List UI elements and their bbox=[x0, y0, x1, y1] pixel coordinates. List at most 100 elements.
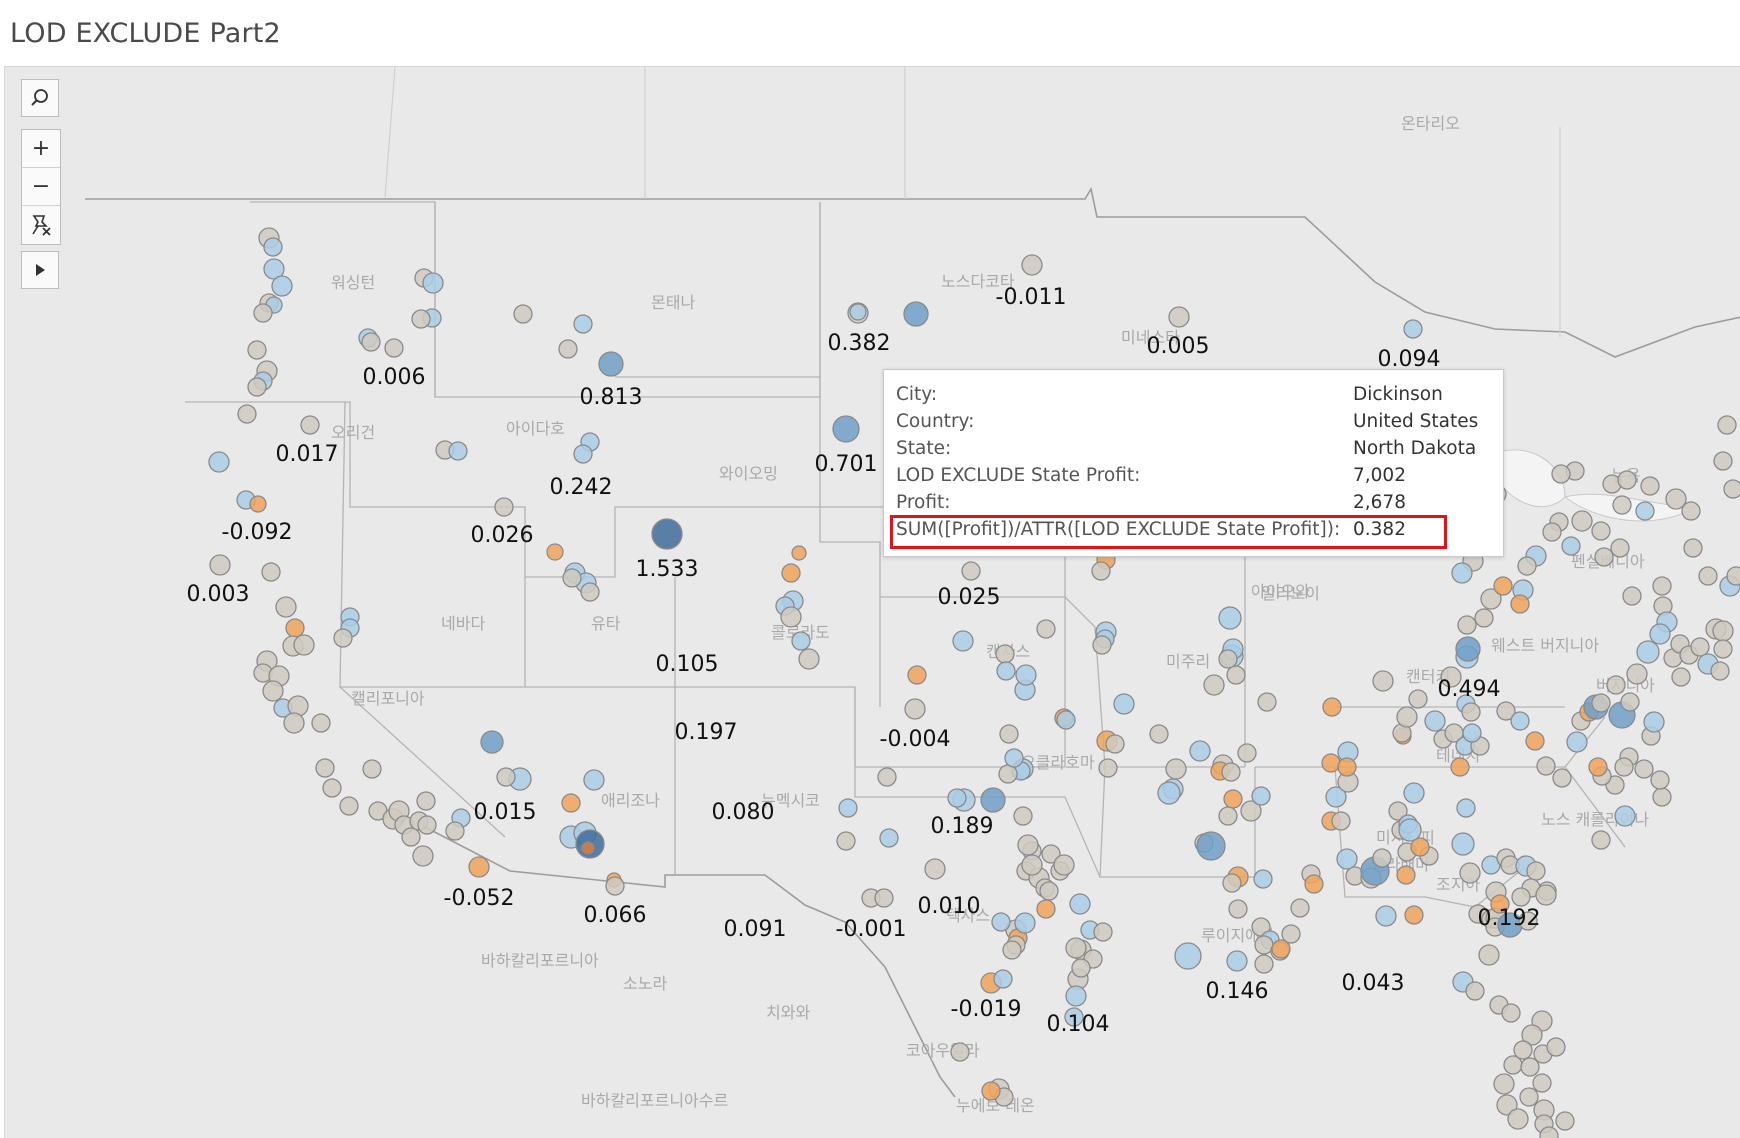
city-marker[interactable] bbox=[1223, 789, 1243, 809]
zoom-out-button[interactable]: − bbox=[22, 168, 60, 206]
city-marker[interactable] bbox=[1337, 757, 1357, 777]
city-marker[interactable] bbox=[907, 665, 927, 685]
city-marker[interactable] bbox=[271, 275, 293, 297]
city-marker[interactable] bbox=[1462, 723, 1482, 743]
city-marker[interactable] bbox=[494, 497, 514, 517]
city-marker[interactable] bbox=[561, 793, 581, 813]
city-marker[interactable] bbox=[1322, 697, 1342, 717]
city-marker[interactable] bbox=[1071, 958, 1091, 978]
city-marker[interactable] bbox=[513, 304, 533, 324]
city-marker[interactable] bbox=[1457, 615, 1477, 635]
city-marker[interactable] bbox=[580, 582, 600, 602]
city-marker[interactable] bbox=[1113, 693, 1135, 715]
city-marker[interactable] bbox=[558, 339, 578, 359]
city-marker[interactable] bbox=[1465, 981, 1485, 1001]
city-marker[interactable] bbox=[924, 858, 946, 880]
city-marker[interactable] bbox=[339, 796, 359, 816]
city-marker[interactable] bbox=[209, 554, 231, 576]
city-marker[interactable] bbox=[1588, 757, 1608, 777]
city-marker[interactable] bbox=[1304, 874, 1324, 894]
city-marker[interactable] bbox=[1036, 899, 1056, 919]
city-marker[interactable] bbox=[1681, 501, 1701, 521]
city-marker[interactable] bbox=[1591, 693, 1611, 713]
city-marker[interactable] bbox=[1053, 854, 1075, 876]
city-marker[interactable] bbox=[1493, 1073, 1515, 1095]
city-marker[interactable] bbox=[249, 495, 267, 513]
city-marker[interactable] bbox=[285, 618, 305, 638]
city-marker[interactable] bbox=[1069, 893, 1091, 915]
city-marker[interactable] bbox=[416, 791, 436, 811]
city-marker[interactable] bbox=[961, 561, 981, 581]
city-marker[interactable] bbox=[384, 338, 404, 358]
city-marker[interactable] bbox=[1511, 887, 1531, 907]
city-marker[interactable] bbox=[1189, 740, 1211, 762]
city-marker[interactable] bbox=[448, 441, 468, 461]
city-marker[interactable] bbox=[1591, 830, 1611, 850]
city-marker[interactable] bbox=[1065, 937, 1087, 959]
city-marker[interactable] bbox=[422, 272, 444, 294]
city-marker[interactable] bbox=[247, 340, 267, 360]
city-marker[interactable] bbox=[1092, 635, 1112, 655]
city-marker[interactable] bbox=[1635, 501, 1655, 521]
city-marker[interactable] bbox=[1226, 950, 1248, 972]
city-marker[interactable] bbox=[1013, 806, 1033, 826]
city-marker[interactable] bbox=[981, 1081, 1001, 1101]
city-marker[interactable] bbox=[1643, 711, 1665, 733]
city-marker[interactable] bbox=[991, 912, 1011, 932]
city-marker[interactable] bbox=[262, 680, 284, 702]
city-marker[interactable] bbox=[1561, 536, 1581, 556]
city-marker[interactable] bbox=[1532, 1073, 1552, 1093]
city-marker[interactable] bbox=[780, 606, 802, 628]
city-marker[interactable] bbox=[1375, 905, 1397, 927]
city-marker[interactable] bbox=[275, 596, 297, 618]
city-marker[interactable] bbox=[952, 630, 974, 652]
city-marker[interactable] bbox=[247, 377, 267, 397]
city-marker[interactable] bbox=[1218, 606, 1242, 630]
map-view[interactable]: 온타리오워싱턴몬태나노스다코타미네소타오리건아이다호와이오밍네바다유타콜로라도캘… bbox=[4, 66, 1740, 1138]
city-marker[interactable] bbox=[1237, 743, 1257, 763]
city-marker[interactable] bbox=[1710, 661, 1730, 681]
city-marker[interactable] bbox=[1290, 898, 1310, 918]
city-marker[interactable] bbox=[237, 404, 257, 424]
play-button[interactable] bbox=[21, 251, 59, 289]
city-marker[interactable] bbox=[283, 712, 305, 734]
city-marker[interactable] bbox=[562, 568, 582, 588]
city-marker[interactable] bbox=[1507, 1108, 1529, 1130]
city-marker[interactable] bbox=[1021, 854, 1043, 876]
city-marker[interactable] bbox=[1501, 1003, 1521, 1023]
city-marker[interactable] bbox=[1336, 848, 1358, 870]
city-marker[interactable] bbox=[1056, 710, 1076, 730]
city-marker[interactable] bbox=[1698, 566, 1718, 586]
city-marker[interactable] bbox=[1254, 954, 1274, 974]
city-marker[interactable] bbox=[1271, 939, 1291, 959]
city-marker[interactable] bbox=[1474, 608, 1494, 628]
city-marker[interactable] bbox=[993, 969, 1013, 989]
city-marker[interactable] bbox=[605, 876, 625, 896]
city-marker[interactable] bbox=[361, 332, 381, 352]
city-marker[interactable] bbox=[1526, 861, 1546, 881]
city-marker[interactable] bbox=[1398, 818, 1422, 842]
city-marker[interactable] bbox=[1503, 1055, 1523, 1075]
city-marker[interactable] bbox=[1222, 873, 1242, 893]
city-marker[interactable] bbox=[1459, 862, 1481, 884]
city-marker[interactable] bbox=[1612, 495, 1632, 515]
city-marker[interactable] bbox=[1218, 649, 1238, 669]
city-marker[interactable] bbox=[1226, 665, 1246, 685]
city-marker[interactable] bbox=[1372, 670, 1394, 692]
city-marker[interactable] bbox=[1149, 724, 1169, 744]
city-marker[interactable] bbox=[1566, 731, 1588, 753]
search-button[interactable] bbox=[21, 79, 59, 117]
city-marker[interactable] bbox=[781, 563, 801, 583]
city-marker[interactable] bbox=[468, 856, 490, 878]
city-marker[interactable] bbox=[1591, 521, 1611, 541]
city-marker[interactable] bbox=[1636, 640, 1660, 664]
city-marker[interactable] bbox=[1372, 848, 1392, 868]
city-marker[interactable] bbox=[999, 724, 1019, 744]
city-marker[interactable] bbox=[1396, 865, 1416, 885]
city-marker[interactable] bbox=[1519, 1087, 1539, 1107]
city-marker[interactable] bbox=[950, 1042, 970, 1062]
map-canvas[interactable]: 온타리오워싱턴몬태나노스다코타미네소타오리건아이다호와이오밍네바다유타콜로라도캘… bbox=[5, 67, 1740, 1138]
city-marker[interactable] bbox=[874, 888, 894, 908]
city-marker[interactable] bbox=[1174, 942, 1202, 970]
city-marker[interactable] bbox=[1221, 762, 1241, 782]
